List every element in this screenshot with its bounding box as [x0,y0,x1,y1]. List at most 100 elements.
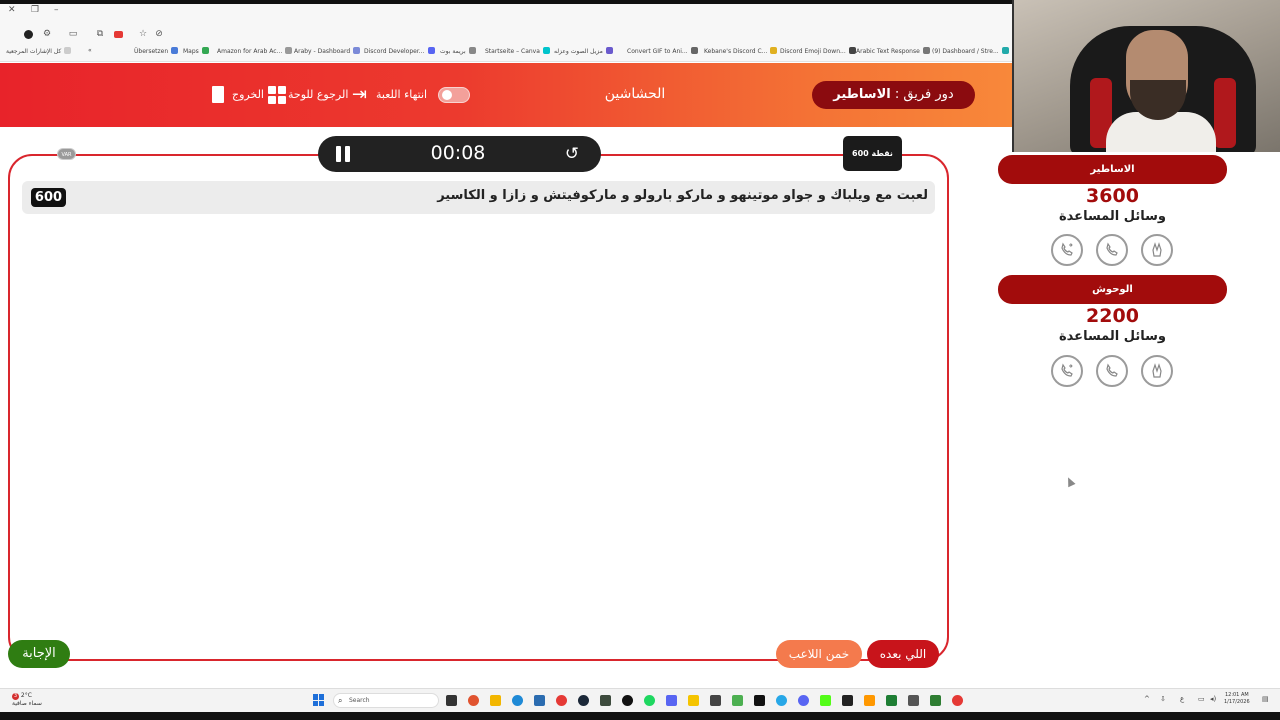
two-answers-aid-icon[interactable] [1141,234,1173,266]
app-icon[interactable] [688,695,699,706]
notification-icon[interactable]: ▤ [1262,695,1269,703]
var-badge[interactable]: VAR [57,148,76,160]
steam-icon[interactable] [578,695,589,706]
bookmark-item[interactable]: Übersetzen [134,47,179,55]
bookmark-item[interactable]: بريمة بوت [440,47,476,55]
weather-badge: 3 [12,693,19,700]
obs-icon[interactable] [622,695,633,706]
edge-icon[interactable] [512,695,523,706]
bottom-strip [0,712,1280,720]
bookmark-item[interactable]: (9) Dashboard / Stre... [932,47,1009,55]
timer-bar: 00:08 ↺ [318,136,601,172]
end-game-toggle[interactable] [438,87,470,103]
spotify-icon[interactable] [644,695,655,706]
copilot-icon[interactable] [468,695,479,706]
app-icon[interactable] [864,695,875,706]
turn-indicator: دور فريق : الاساطير [812,81,975,109]
taskbar [0,689,1280,712]
task-view-icon[interactable] [446,695,457,706]
toggle-knob [442,90,452,100]
discord-icon[interactable] [798,695,809,706]
volume-icon[interactable]: ◂) [1210,695,1216,703]
tray-chevron-icon[interactable]: ^ [1144,695,1150,703]
turn-prefix: دور فريق : [894,87,954,102]
exit-door-icon[interactable] [212,86,224,103]
app-icon[interactable] [600,695,611,706]
language-indicator[interactable]: ع [1180,695,1184,703]
bookmark-item[interactable]: Arabic Text Response [856,47,930,55]
app-icon[interactable] [908,695,919,706]
swap-call-aid-icon[interactable] [1051,355,1083,387]
question-frame [8,154,949,661]
discord-icon[interactable] [666,695,677,706]
kick-icon[interactable] [820,695,831,706]
bookmark-item[interactable]: Kebane's Discord C... [704,47,778,55]
bookmark-item[interactable]: Araby - Dashboard [294,47,361,55]
windows-start-icon[interactable] [313,694,325,706]
restore-window-icon[interactable]: ❐ [31,5,39,15]
chrome-icon[interactable] [556,695,567,706]
profile-icon[interactable] [24,30,33,39]
hide-icon[interactable]: ⊘ [154,29,164,39]
phone-aid-icon[interactable] [1096,234,1128,266]
extension-icon[interactable]: ⚙ [42,29,52,39]
bookmarks-more-icon[interactable]: « [88,47,92,54]
two-answers-aid-icon[interactable] [1141,355,1173,387]
file-explorer-icon[interactable] [490,695,501,706]
minimize-window-icon[interactable]: – [54,5,59,15]
game-title: الحشاشين [604,86,666,102]
question-points-badge: 600 نقطة [843,136,902,171]
app-icon[interactable] [952,695,963,706]
pause-icon[interactable] [336,146,352,162]
taskbar-clock[interactable]: 12:01 AM 1/17/2026 [1224,692,1250,706]
guess-player-button[interactable]: خمن اللاعب [776,640,862,668]
close-window-icon[interactable]: ✕ [8,5,16,15]
bookmark-all[interactable]: كل الإشارات المرجعية [6,47,72,55]
network-icon[interactable]: ▭ [1198,695,1205,703]
team-score: 3600 [1086,185,1139,207]
telegram-icon[interactable] [776,695,787,706]
team-name-pill: الوحوش [998,275,1227,304]
browser-titlebar [0,4,1012,26]
webcam-chair-stripe [1214,78,1236,148]
store-icon[interactable] [534,695,545,706]
reset-timer-icon[interactable]: ↺ [561,143,583,165]
back-to-board-label[interactable]: الرجوع للوحة [288,86,348,104]
swap-call-aid-icon[interactable] [1051,234,1083,266]
next-button[interactable]: اللي بعده [867,640,939,668]
end-game-label[interactable]: انتهاء اللعبة [376,86,427,104]
bookmark-item[interactable]: Startseite – Canva [485,47,550,55]
tray-icon[interactable]: ⇩ [1160,695,1166,703]
end-game-icon[interactable]: ⇥ [352,84,367,105]
capcut-icon[interactable] [754,695,765,706]
puzzle-icon[interactable]: ⧉ [95,29,105,39]
board-grid-icon[interactable] [268,86,286,104]
team-score: 2200 [1086,305,1139,327]
team-name-pill: الاساطير [998,155,1227,184]
sidebar-icon[interactable]: ▭ [68,29,78,39]
clock-time: 12:01 AM [1224,692,1249,698]
bookmark-item[interactable]: Discord Emoji Down... [780,47,856,55]
terminal-icon[interactable] [842,695,853,706]
search-icon: ⌕ [338,696,343,705]
app-icon[interactable] [710,695,721,706]
mouse-cursor-icon [1064,475,1076,488]
bookmark-item[interactable]: Amazon for Arab Ac... [217,47,293,55]
record-icon[interactable] [114,31,123,38]
star-icon[interactable]: ☆ [138,29,148,39]
weather-temp: 2°C [20,692,32,699]
bookmark-item[interactable]: Discord Developer... [364,47,435,55]
app-icon[interactable] [930,695,941,706]
question-points: 600 [31,188,66,207]
taskbar-search[interactable]: ⌕ Search [333,693,439,708]
exit-label[interactable]: الخروج [232,86,264,104]
app-icon[interactable] [732,695,743,706]
excel-icon[interactable] [886,695,897,706]
bookmark-item[interactable]: Convert GIF to Ani... [627,47,698,55]
weather-widget[interactable]: 3 2°C سماء صافية [12,692,42,707]
bookmark-item[interactable]: Maps [183,47,209,55]
bookmark-item[interactable]: مزيل الصوت وعزله [554,47,613,55]
aids-label: وسائل المساعدة [1059,209,1166,224]
phone-aid-icon[interactable] [1096,355,1128,387]
answer-button[interactable]: الإجابة [8,640,70,668]
